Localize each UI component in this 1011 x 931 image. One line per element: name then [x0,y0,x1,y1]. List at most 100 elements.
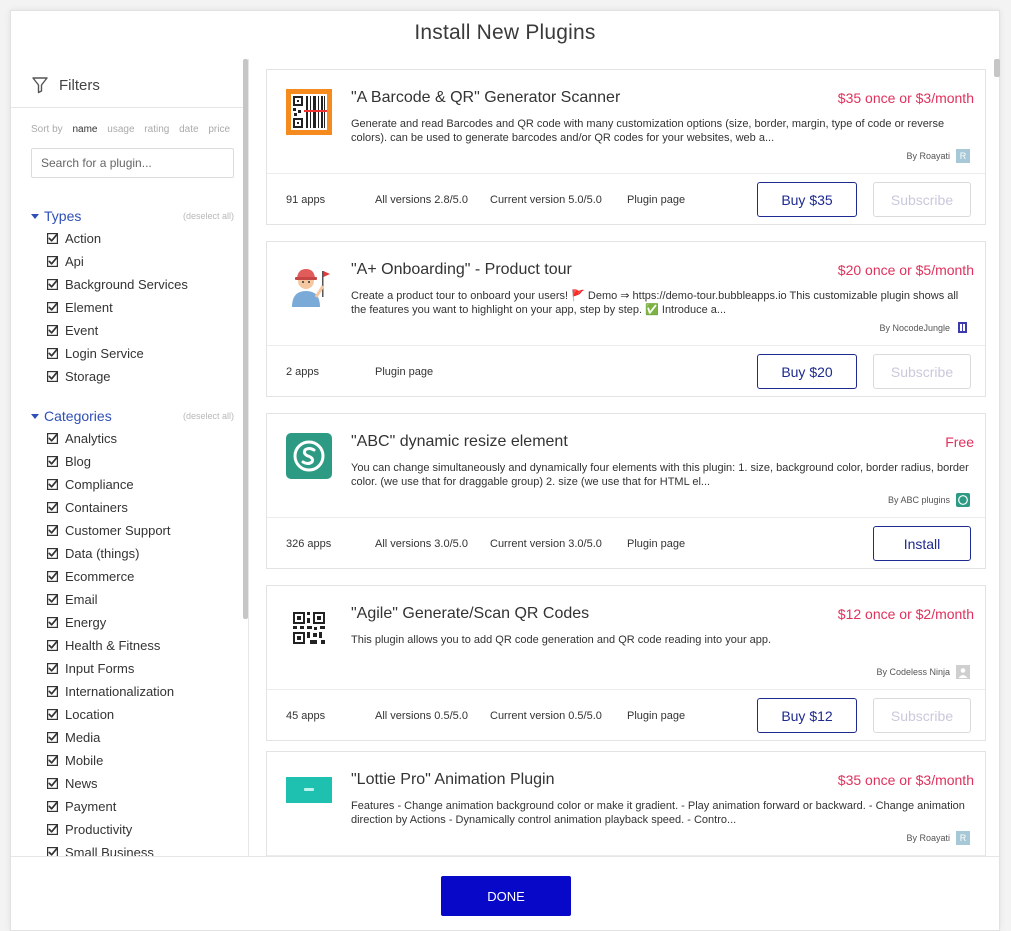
checked-box-icon[interactable] [47,348,58,359]
checked-box-icon[interactable] [47,233,58,244]
checked-box-icon[interactable] [47,525,58,536]
categories-filter-item[interactable]: News [47,772,174,795]
plugin-search-input[interactable] [31,148,234,178]
categories-filter-item[interactable]: Energy [47,611,174,634]
types-filter-item[interactable]: Action [47,227,188,250]
categories-filter-label: Energy [65,615,107,630]
checked-box-icon[interactable] [47,502,58,513]
plugin-card: "Agile" Generate/Scan QR Codes $12 once … [266,585,986,741]
categories-filter-item[interactable]: Input Forms [47,657,174,680]
categories-filter-item[interactable]: Location [47,703,174,726]
types-filter-item[interactable]: Element [47,296,188,319]
buy-button[interactable]: Buy $12 [757,698,857,733]
plugin-author-name[interactable]: By Roayati [906,151,950,161]
plugin-card-header: "Lottie Pro" Animation Plugin $35 once o… [267,752,985,855]
categories-filter-item[interactable]: Media [47,726,174,749]
checked-box-icon[interactable] [47,732,58,743]
checked-box-icon[interactable] [47,801,58,812]
checked-box-icon[interactable] [47,325,58,336]
categories-filter-label: Mobile [65,753,104,768]
types-filter-item[interactable]: Storage [47,365,188,388]
types-filter-item[interactable]: Background Services [47,273,188,296]
plugin-name[interactable]: "A Barcode & QR" Generator Scanner [351,89,620,107]
plugin-app-count: 2 apps [286,366,320,378]
types-group-header: Types (deselect all) [31,207,234,225]
categories-filter-item[interactable]: Data (things) [47,542,174,565]
categories-filter-item[interactable]: Health & Fitness [47,634,174,657]
checked-box-icon[interactable] [47,663,58,674]
checked-box-icon[interactable] [47,279,58,290]
plugin-list-scrollbar[interactable] [994,59,1000,77]
categories-filter-item[interactable]: Mobile [47,749,174,772]
categories-deselect-all[interactable]: (deselect all) [183,411,234,421]
checked-box-icon[interactable] [47,479,58,490]
checked-box-icon[interactable] [47,571,58,582]
checked-box-icon[interactable] [47,548,58,559]
done-button[interactable]: DONE [441,876,571,916]
plugin-card-footer: 2 apps Plugin page Buy $20 Subscribe [267,345,985,397]
checked-box-icon[interactable] [47,594,58,605]
plugin-name[interactable]: "Lottie Pro" Animation Plugin [351,771,554,789]
plugin-author-name[interactable]: By ABC plugins [888,495,950,505]
plugin-price: $12 once or $2/month [837,606,974,622]
subscribe-button[interactable]: Subscribe [873,182,971,217]
categories-filter-item[interactable]: Compliance [47,473,174,496]
checked-box-icon[interactable] [47,302,58,313]
categories-toggle[interactable]: Categories [31,408,112,424]
sort-option-date[interactable]: date [179,124,198,135]
types-filter-item[interactable]: Api [47,250,188,273]
plugin-author-name[interactable]: By Roayati [906,833,950,843]
plugin-author-name[interactable]: By NocodeJungle [879,323,950,333]
categories-filter-item[interactable]: Blog [47,450,174,473]
types-toggle[interactable]: Types [31,208,81,224]
checked-box-icon[interactable] [47,847,58,856]
checked-box-icon[interactable] [47,709,58,720]
buy-button[interactable]: Buy $35 [757,182,857,217]
checked-box-icon[interactable] [47,371,58,382]
author-avatar-icon [956,665,970,679]
plugin-name[interactable]: "A+ Onboarding" - Product tour [351,261,572,279]
categories-filter-item[interactable]: Containers [47,496,174,519]
sort-option-rating[interactable]: rating [144,124,169,135]
categories-filter-item[interactable]: Ecommerce [47,565,174,588]
filters-sidebar: Filters Sort by name usage rating date p… [11,59,249,856]
subscribe-button[interactable]: Subscribe [873,354,971,389]
types-filter-item[interactable]: Login Service [47,342,188,365]
plugin-all-versions-rating: All versions 2.8/5.0 [375,194,468,206]
categories-filter-item[interactable]: Payment [47,795,174,818]
categories-filter-item[interactable]: Customer Support [47,519,174,542]
checked-box-icon[interactable] [47,824,58,835]
types-deselect-all[interactable]: (deselect all) [183,211,234,221]
plugin-author-name[interactable]: By Codeless Ninja [876,667,950,677]
checked-box-icon[interactable] [47,456,58,467]
categories-filter-item[interactable]: Analytics [47,427,174,450]
types-filter-item[interactable]: Event [47,319,188,342]
sort-option-price[interactable]: price [208,124,230,135]
subscribe-button[interactable]: Subscribe [873,698,971,733]
sort-option-usage[interactable]: usage [107,124,134,135]
author-avatar-icon [956,493,970,507]
sort-option-name[interactable]: name [72,124,97,135]
plugin-name[interactable]: "Agile" Generate/Scan QR Codes [351,605,589,623]
sidebar-scrollbar[interactable] [243,59,248,619]
categories-filter-item[interactable]: Internationalization [47,680,174,703]
categories-filter-item[interactable]: Email [47,588,174,611]
categories-filter-item[interactable]: Small Business [47,841,174,856]
buy-button[interactable]: Buy $20 [757,354,857,389]
checked-box-icon[interactable] [47,640,58,651]
checked-box-icon[interactable] [47,256,58,267]
plugin-page-link[interactable]: Plugin page [375,366,433,378]
plugin-page-link[interactable]: Plugin page [627,538,685,550]
categories-filter-item[interactable]: Productivity [47,818,174,841]
checked-box-icon[interactable] [47,617,58,628]
install-button[interactable]: Install [873,526,971,561]
checked-box-icon[interactable] [47,686,58,697]
plugin-page-link[interactable]: Plugin page [627,194,685,206]
plugin-name[interactable]: "ABC" dynamic resize element [351,433,568,451]
checked-box-icon[interactable] [47,755,58,766]
checked-box-icon[interactable] [47,778,58,789]
categories-filter-label: Location [65,707,115,722]
plugin-card-footer: 326 apps All versions 3.0/5.0 Current ve… [267,517,985,569]
checked-box-icon[interactable] [47,433,58,444]
plugin-page-link[interactable]: Plugin page [627,710,685,722]
